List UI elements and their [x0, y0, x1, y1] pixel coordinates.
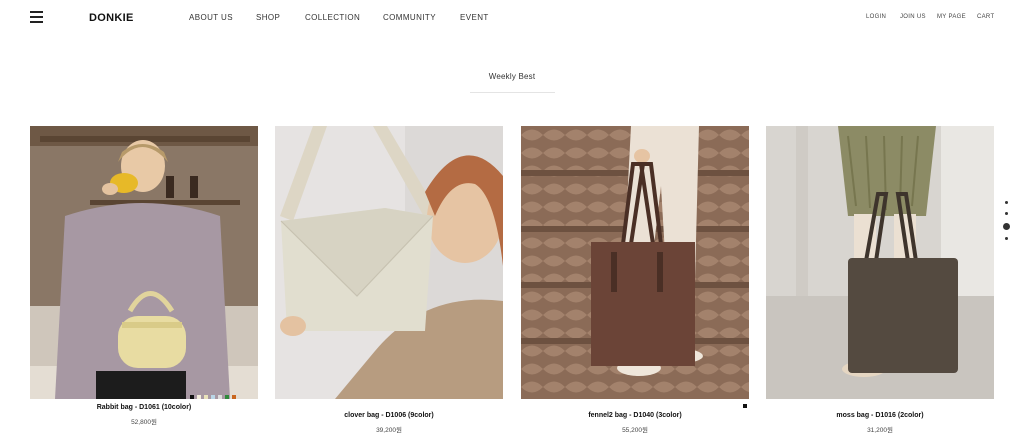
- nav-about-us[interactable]: ABOUT US: [189, 13, 233, 22]
- color-swatches: [190, 395, 236, 399]
- site-logo[interactable]: DONKIE: [89, 12, 134, 24]
- color-swatch[interactable]: [232, 395, 236, 399]
- color-swatch[interactable]: [204, 395, 208, 399]
- product-image[interactable]: [275, 126, 503, 399]
- color-swatch[interactable]: [211, 395, 215, 399]
- nav-collection[interactable]: COLLECTION: [305, 13, 360, 22]
- product-price: 39,200원: [376, 427, 402, 434]
- product-price: 55,200원: [622, 427, 648, 434]
- color-swatch[interactable]: [197, 395, 201, 399]
- login-link[interactable]: LOGIN: [866, 14, 886, 20]
- section-title: Weekly Best: [488, 72, 536, 81]
- product-price: 52,800원: [131, 419, 157, 426]
- product-name[interactable]: Rabbit bag - D1061 (10color): [30, 404, 258, 411]
- pager-dot[interactable]: [1005, 201, 1008, 204]
- color-swatch[interactable]: [218, 395, 222, 399]
- my-page-link[interactable]: MY PAGE: [937, 14, 966, 20]
- product-image[interactable]: [30, 126, 258, 399]
- nav-shop[interactable]: SHOP: [256, 13, 280, 22]
- product-name[interactable]: fennel2 bag - D1040 (3color): [521, 412, 749, 419]
- color-swatches: [743, 404, 747, 408]
- nav-event[interactable]: EVENT: [460, 13, 489, 22]
- title-divider: [470, 92, 555, 93]
- cart-link[interactable]: CART: [977, 14, 994, 20]
- color-swatch[interactable]: [743, 404, 747, 408]
- join-us-link[interactable]: JOIN US: [900, 14, 926, 20]
- color-swatch[interactable]: [225, 395, 229, 399]
- product-name[interactable]: clover bag - D1006 (9color): [275, 412, 503, 419]
- site-header: DONKIE ABOUT US SHOP COLLECTION COMMUNIT…: [0, 0, 1024, 36]
- product-name[interactable]: moss bag - D1016 (2color): [766, 412, 994, 419]
- nav-community[interactable]: COMMUNITY: [383, 13, 436, 22]
- product-image[interactable]: [521, 126, 749, 399]
- menu-icon[interactable]: [30, 11, 43, 23]
- color-swatch[interactable]: [190, 395, 194, 399]
- pager-dot[interactable]: [1005, 212, 1008, 215]
- pager-dot[interactable]: [1005, 237, 1008, 240]
- product-price: 31,200원: [867, 427, 893, 434]
- pager-dot-active[interactable]: [1003, 223, 1010, 230]
- product-image[interactable]: [766, 126, 994, 399]
